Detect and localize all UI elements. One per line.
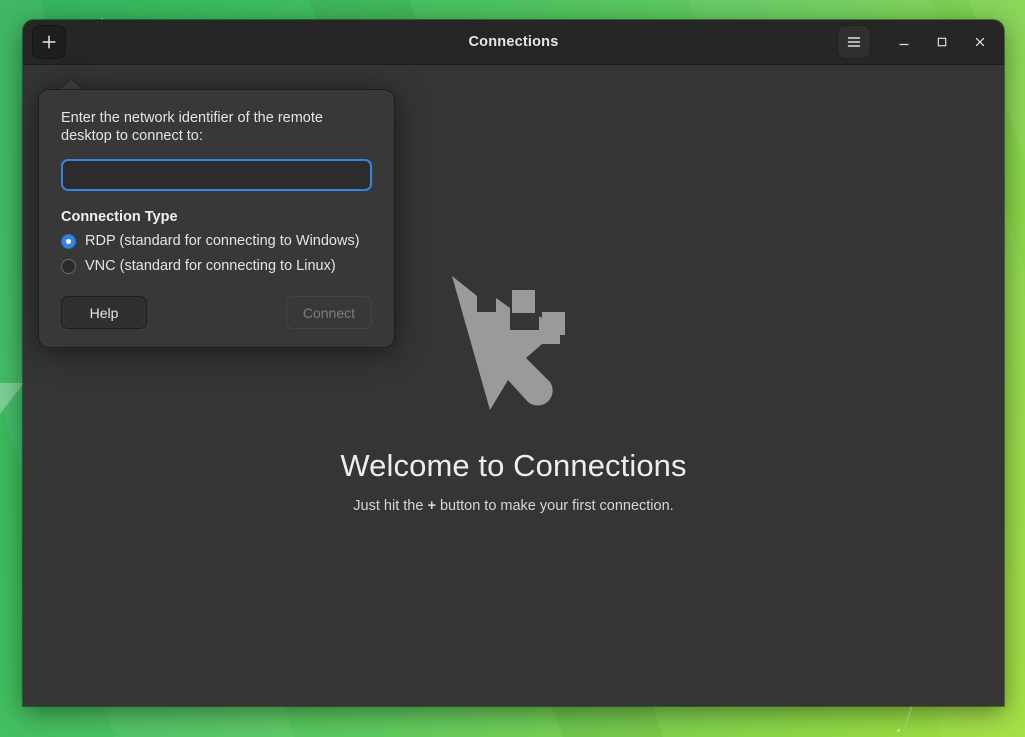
- help-button[interactable]: Help: [61, 296, 147, 329]
- maximize-window-button[interactable]: [927, 27, 957, 57]
- minimize-icon: [897, 35, 911, 49]
- connection-type-rdp-label: RDP (standard for connecting to Windows): [85, 233, 360, 249]
- plus-icon: [41, 34, 57, 50]
- connection-type-vnc-label: VNC (standard for connecting to Linux): [85, 258, 336, 274]
- connect-button[interactable]: Connect: [286, 296, 372, 329]
- connection-type-radio-rdp[interactable]: RDP (standard for connecting to Windows): [61, 233, 372, 249]
- headerbar-right-controls: [837, 25, 995, 59]
- close-icon: [973, 35, 987, 49]
- welcome-subtitle-plus-symbol: +: [427, 498, 435, 514]
- wallpaper-triangle-accent: [0, 383, 24, 427]
- minimize-window-button[interactable]: [889, 27, 919, 57]
- wallpaper-dot-accent: [897, 729, 900, 732]
- network-identifier-input[interactable]: [61, 159, 372, 191]
- welcome-subtitle-after: button to make your first connection.: [436, 498, 674, 514]
- window-headerbar: Connections: [23, 20, 1004, 65]
- mouse-cursor-pixels-icon: [446, 270, 581, 420]
- connection-type-heading: Connection Type: [61, 209, 372, 225]
- radio-unselected-icon: [61, 259, 76, 274]
- popover-prompt-label: Enter the network identifier of the remo…: [61, 109, 356, 145]
- new-connection-popover: Enter the network identifier of the remo…: [38, 78, 395, 348]
- add-connection-button[interactable]: [32, 25, 66, 59]
- radio-selected-icon: [61, 234, 76, 249]
- hamburger-menu-icon: [846, 34, 862, 50]
- connection-type-radio-vnc[interactable]: VNC (standard for connecting to Linux): [61, 258, 372, 274]
- welcome-subtitle-before: Just hit the: [353, 498, 427, 514]
- headerbar-left-controls: [32, 25, 66, 59]
- connections-window: Connections: [23, 20, 1004, 706]
- popover-action-row: Help Connect: [61, 296, 372, 329]
- welcome-title: Welcome to Connections: [340, 448, 686, 484]
- welcome-subtitle: Just hit the + button to make your first…: [353, 498, 673, 514]
- close-window-button[interactable]: [965, 27, 995, 57]
- hamburger-menu-button[interactable]: [837, 25, 871, 59]
- popover-body: Enter the network identifier of the remo…: [38, 89, 395, 348]
- maximize-icon: [935, 35, 949, 49]
